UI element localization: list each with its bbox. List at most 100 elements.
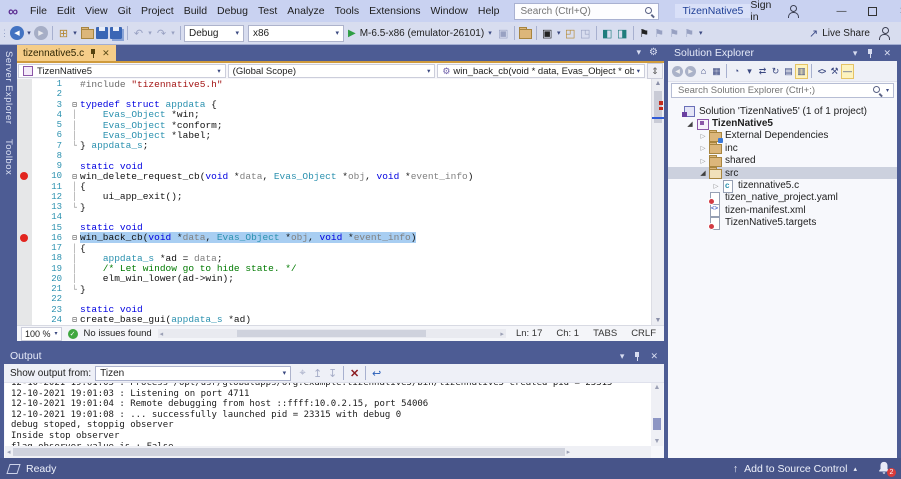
filter-caret[interactable]: ▾ xyxy=(743,64,756,79)
scrollbar-thumb[interactable] xyxy=(653,418,661,430)
fold-marker-icon[interactable]: ⊟ xyxy=(69,233,80,242)
document-tab-tizennative5-c[interactable]: tizennative5.c ✕ xyxy=(17,45,116,61)
scroll-left-icon[interactable]: ◂ xyxy=(160,330,164,338)
breakpoint-margin[interactable] xyxy=(17,284,32,294)
open-folder-icon[interactable] xyxy=(79,25,94,42)
tree-item-tizen-native-project-yaml[interactable]: tizen_native_project.yaml xyxy=(668,192,897,204)
switch-views-icon[interactable]: ▦ xyxy=(710,64,723,79)
quick-search-box[interactable] xyxy=(514,3,659,20)
menu-test[interactable]: Test xyxy=(253,5,282,17)
view-code-icon[interactable]: <> xyxy=(815,64,828,79)
maximize-button[interactable] xyxy=(860,1,884,21)
window-position-caret-icon[interactable]: ▾ xyxy=(853,48,858,59)
toolbar-grip[interactable]: ⋮ xyxy=(0,25,9,42)
expander-icon[interactable]: ▷ xyxy=(711,182,721,190)
menu-file[interactable]: File xyxy=(25,5,52,17)
menu-tools[interactable]: Tools xyxy=(330,5,365,17)
tree-item-tizen-manifest-xml[interactable]: <>tizen-manifest.xml xyxy=(668,204,897,216)
new-project-icon[interactable]: ⊞ xyxy=(56,25,71,42)
breakpoint-margin[interactable] xyxy=(17,171,32,181)
tree-item-tizennative5-c[interactable]: ▷ctizennative5.c xyxy=(668,179,897,191)
breakpoint-margin[interactable] xyxy=(17,253,32,263)
scroll-left-icon[interactable]: ◂ xyxy=(7,448,11,456)
expander-icon[interactable]: ▷ xyxy=(698,144,708,152)
breakpoint-indicator[interactable] xyxy=(20,172,28,180)
output-source-dropdown[interactable]: Tizen ▾ xyxy=(95,366,291,381)
editor-options-gear-icon[interactable]: ⚙ xyxy=(649,47,658,58)
find-in-files-icon[interactable] xyxy=(518,25,533,42)
live-share-button[interactable]: ↗ Live Share xyxy=(809,27,870,40)
menu-view[interactable]: View xyxy=(80,5,113,17)
tab-toolbox[interactable]: Toolbox xyxy=(3,139,14,175)
solution-explorer-header[interactable]: Solution Explorer ▾ ✕ xyxy=(668,45,897,61)
navigate-backward-caret[interactable]: ▾ xyxy=(25,25,33,42)
output-vertical-scrollbar[interactable]: ▲ ▼ xyxy=(651,383,663,446)
toolbar-overflow-caret[interactable]: ▾ xyxy=(555,25,563,42)
breakpoint-margin[interactable] xyxy=(17,315,32,325)
breakpoint-indicator[interactable] xyxy=(20,234,28,242)
start-debugging-button[interactable]: ▶ M-6.5-x86 (emulator-26101) ▾ xyxy=(348,28,492,39)
home-icon[interactable]: ⌂ xyxy=(697,64,710,79)
refresh-icon[interactable]: ⇄ xyxy=(756,64,769,79)
tree-item-external-dependencies[interactable]: ▷External Dependencies xyxy=(668,130,897,142)
breakpoint-margin[interactable] xyxy=(17,182,32,192)
solution-explorer-search-box[interactable]: ▾ xyxy=(671,83,894,98)
tree-item-tizennative5[interactable]: ◢TizenNative5 xyxy=(668,117,897,129)
expander-icon[interactable]: ▷ xyxy=(698,157,708,165)
menu-extensions[interactable]: Extensions xyxy=(364,5,425,17)
close-button[interactable]: ✕ xyxy=(891,1,901,21)
send-feedback-icon[interactable] xyxy=(878,27,891,40)
scroll-right-icon[interactable]: ▸ xyxy=(500,330,504,338)
expander-icon[interactable]: ◢ xyxy=(698,169,708,177)
tab-server-explorer[interactable]: Server Explorer xyxy=(3,51,14,125)
nest-files-icon[interactable]: ▤ xyxy=(782,64,795,79)
pin-tab-icon[interactable] xyxy=(89,48,97,59)
project-dropdown[interactable]: TizenNative5 ▾ xyxy=(18,64,226,78)
breakpoint-margin[interactable] xyxy=(17,243,32,253)
breakpoint-margin[interactable] xyxy=(17,130,32,140)
menu-build[interactable]: Build xyxy=(179,5,212,17)
breakpoint-margin[interactable] xyxy=(17,89,32,99)
member-dropdown[interactable]: ⚙ win_back_cb(void * data, Evas_Object *… xyxy=(437,64,645,78)
editor-horizontal-scrollbar[interactable]: ◂ ▸ xyxy=(158,329,506,338)
menu-git[interactable]: Git xyxy=(113,5,136,17)
breakpoint-margin[interactable] xyxy=(17,202,32,212)
solution-search-input[interactable] xyxy=(676,84,872,97)
auto-hide-pin-icon[interactable] xyxy=(633,351,641,362)
solution-platform-dropdown[interactable]: x86▾ xyxy=(248,25,344,42)
menu-project[interactable]: Project xyxy=(136,5,179,17)
zoom-level-dropdown[interactable]: 100 % ▾ xyxy=(21,327,62,341)
breakpoint-margin[interactable] xyxy=(17,120,32,130)
word-wrap-icon[interactable]: ↩ xyxy=(369,365,384,382)
tree-item-tizennative5-targets[interactable]: TizenNative5.targets xyxy=(668,217,897,229)
output-horizontal-scrollbar[interactable]: ◂ ▸ xyxy=(5,446,651,458)
menu-edit[interactable]: Edit xyxy=(52,5,80,17)
breakpoint-margin[interactable] xyxy=(17,100,32,110)
auto-hide-pin-icon[interactable] xyxy=(866,48,874,59)
track-active-item-icon[interactable]: — xyxy=(841,64,854,79)
add-to-source-control-button[interactable]: Add to Source Control xyxy=(744,463,847,475)
clear-all-icon[interactable]: ✕ xyxy=(347,365,362,382)
scrollbar-thumb[interactable] xyxy=(13,448,565,456)
expander-icon[interactable]: ◢ xyxy=(685,120,695,128)
breakpoint-margin[interactable] xyxy=(17,264,32,274)
expander-icon[interactable]: ▷ xyxy=(698,132,708,140)
scrollbar-thumb[interactable] xyxy=(237,330,426,337)
device-manager-icon[interactable]: ◧ xyxy=(600,25,615,42)
navigate-backward-icon[interactable]: ◀ xyxy=(10,26,24,40)
output-panel-header[interactable]: Output ▾ ✕ xyxy=(4,348,664,364)
tree-item-shared[interactable]: ▷shared xyxy=(668,155,897,167)
notifications-button[interactable]: 2 xyxy=(877,461,893,476)
background-tasks-icon[interactable] xyxy=(6,464,20,474)
emulator-manager-icon[interactable]: ▣ xyxy=(540,25,555,42)
split-editor-handle[interactable]: ⇕ xyxy=(647,63,663,79)
breakpoint-margin[interactable] xyxy=(17,79,32,89)
sign-in-label[interactable]: Sign in xyxy=(750,0,780,23)
scope-dropdown[interactable]: (Global Scope) ▾ xyxy=(228,64,436,78)
tree-item-inc[interactable]: ▷inc xyxy=(668,142,897,154)
save-all-icon[interactable] xyxy=(109,25,124,42)
close-panel-icon[interactable]: ✕ xyxy=(883,48,891,59)
breakpoint-margin[interactable] xyxy=(17,212,32,222)
scroll-right-icon[interactable]: ▸ xyxy=(567,448,571,456)
fold-marker-icon[interactable]: ⊟ xyxy=(69,100,80,109)
